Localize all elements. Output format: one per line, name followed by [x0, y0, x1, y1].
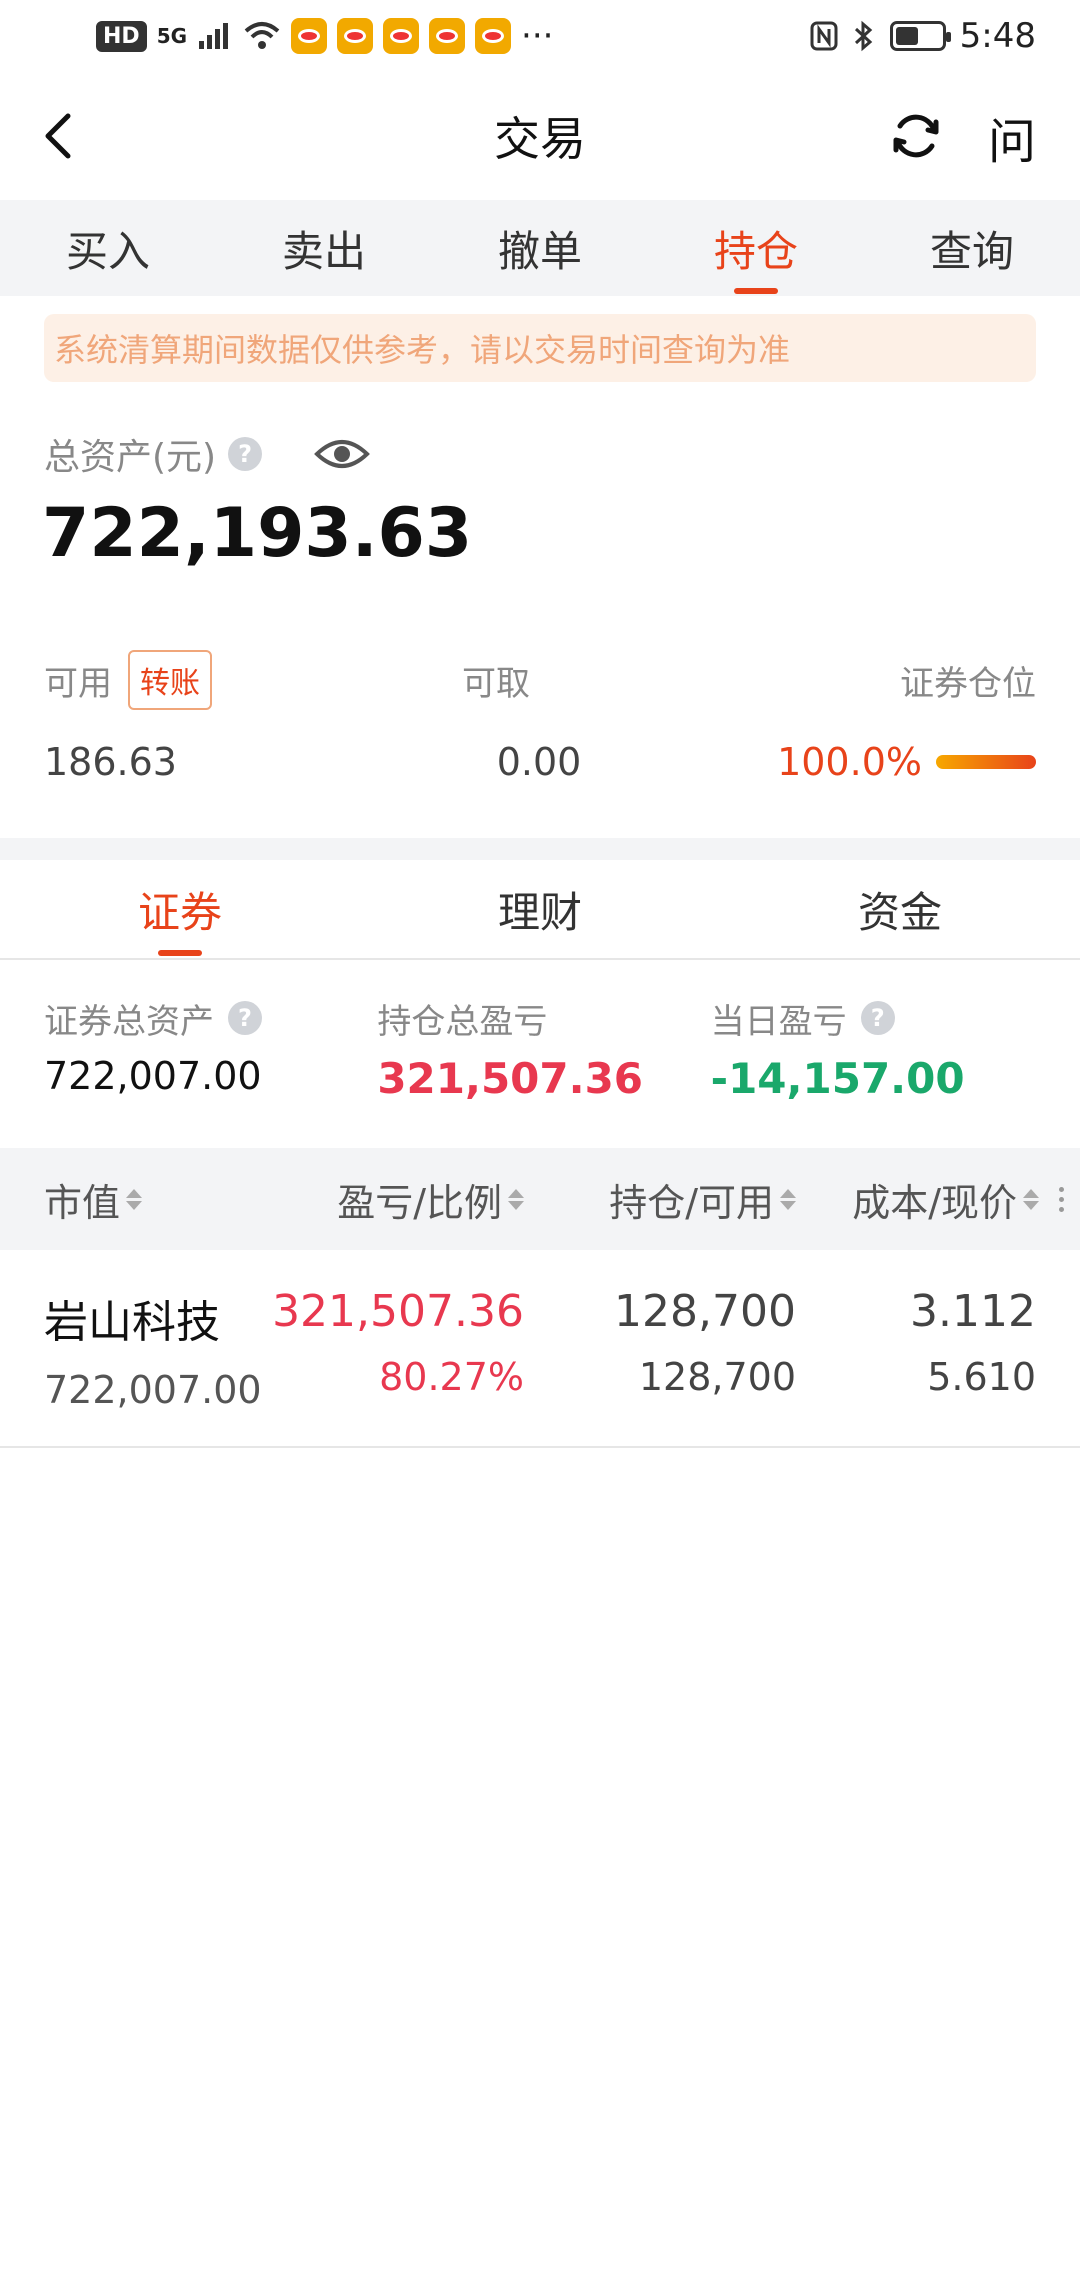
clock: 5:48	[959, 16, 1036, 56]
sort-pnl[interactable]: 盈亏/比例	[337, 1172, 524, 1227]
nfc-icon	[810, 21, 838, 51]
holdings-table-header: 市值 盈亏/比例 持仓/可用 成本/现价	[0, 1148, 1080, 1250]
sort-icon	[126, 1188, 143, 1210]
holding-pnl-value: 321,507.36	[377, 1054, 644, 1103]
withdrawable-value: 0.00	[496, 740, 582, 784]
sort-icon	[508, 1188, 524, 1210]
tab-funds[interactable]: 资金	[720, 860, 1080, 958]
app-notification-icon	[337, 18, 374, 54]
tab-wealth-management[interactable]: 理财	[360, 860, 720, 958]
position-ratio-value: 100.0%	[777, 740, 922, 784]
help-icon[interactable]: ?	[228, 437, 263, 471]
network-type: 5G	[156, 24, 188, 48]
total-assets-label-row: 总资产(元) ?	[44, 428, 370, 480]
cost-price: 3.112	[910, 1286, 1036, 1337]
tab-securities[interactable]: 证券	[0, 860, 360, 958]
available-quantity: 128,700	[638, 1355, 796, 1399]
battery-icon	[889, 21, 951, 51]
ask-button[interactable]: 问	[988, 102, 1036, 172]
eye-icon[interactable]	[314, 434, 370, 474]
tab-buy[interactable]: 买入	[0, 200, 216, 296]
app-notification-icon	[291, 18, 328, 54]
holding-cell: 128,700 128,700	[614, 1286, 796, 1399]
tab-cancel[interactable]: 撤单	[432, 200, 648, 296]
column-header: 盈亏/比例	[337, 1180, 502, 1225]
tab-sell[interactable]: 卖出	[216, 200, 432, 296]
current-price: 5.610	[927, 1355, 1036, 1399]
help-icon[interactable]: ?	[228, 1001, 262, 1035]
cost-price-cell: 3.112 5.610	[910, 1286, 1036, 1399]
trade-tabs: 买入 卖出 撤单 持仓 查询	[0, 200, 1080, 296]
securities-total-value: 722,007.00	[44, 1054, 262, 1098]
securities-summary: 证券总资产 ? 722,007.00 持仓总盈亏 321,507.36 当日盈亏…	[44, 992, 1044, 1103]
available-value: 186.63	[44, 740, 177, 784]
settlement-notice: 系统清算期间数据仅供参考，请以交易时间查询为准	[44, 314, 1036, 382]
available-label: 可用	[44, 663, 112, 704]
position-ratio: 100.0%	[777, 740, 1036, 784]
sort-icon	[1023, 1188, 1039, 1210]
more-icon[interactable]	[1059, 1186, 1064, 1212]
hd-icon: HD	[96, 20, 147, 52]
bluetooth-icon	[854, 20, 872, 52]
stock-name: 岩山科技	[44, 1297, 220, 1348]
balance-summary: 可用 转账 可取 证券仓位 186.63 0.00 100.0%	[44, 650, 1036, 784]
transfer-button[interactable]: 转账	[128, 650, 212, 710]
signal-icon	[199, 23, 229, 49]
daily-pnl-value: -14,157.00	[710, 1054, 965, 1103]
chevron-left-icon	[45, 113, 71, 159]
app-notification-icon	[429, 18, 466, 54]
header: 交易 问	[0, 72, 1080, 200]
refresh-button[interactable]	[888, 108, 944, 164]
holding-pnl-label: 持仓总盈亏	[377, 1001, 548, 1042]
back-button[interactable]	[30, 106, 90, 166]
position-ratio-bar	[935, 755, 1036, 769]
app-notification-icon	[475, 18, 512, 54]
stock-name-cell: 岩山科技 722,007.00	[44, 1286, 262, 1412]
help-icon[interactable]: ?	[860, 1001, 895, 1035]
section-divider	[0, 838, 1080, 860]
column-header: 成本/现价	[852, 1180, 1017, 1225]
sort-market-value[interactable]: 市值	[44, 1172, 143, 1227]
status-bar-right: 5:48	[810, 16, 1036, 56]
pnl-cell: 321,507.36 80.27%	[272, 1286, 524, 1399]
securities-total-label: 证券总资产	[44, 1001, 214, 1042]
pnl-amount: 321,507.36	[272, 1286, 524, 1337]
withdrawable-label: 可取	[462, 663, 530, 704]
total-assets-label: 总资产(元)	[44, 437, 217, 478]
daily-pnl-label: 当日盈亏	[710, 1001, 847, 1042]
column-header: 市值	[44, 1180, 121, 1225]
tab-query[interactable]: 查询	[864, 200, 1080, 296]
wifi-icon	[244, 22, 280, 49]
sort-icon	[780, 1188, 796, 1210]
total-assets-value: 722,193.63	[42, 494, 473, 573]
tab-positions[interactable]: 持仓	[648, 200, 864, 296]
sort-cost[interactable]: 成本/现价	[852, 1172, 1064, 1227]
app-notification-icon	[383, 18, 420, 54]
holding-quantity: 128,700	[614, 1286, 796, 1337]
pnl-ratio: 80.27%	[379, 1355, 524, 1399]
sort-holding[interactable]: 持仓/可用	[609, 1172, 796, 1227]
refresh-icon	[893, 114, 939, 158]
page-title: 交易	[494, 112, 586, 166]
asset-type-tabs: 证券 理财 资金	[0, 860, 1080, 960]
column-header: 持仓/可用	[609, 1180, 774, 1225]
status-bar: HD 5G ··· 5:48	[0, 0, 1080, 72]
more-notifications: ···	[521, 16, 554, 56]
market-value: 722,007.00	[44, 1368, 262, 1412]
table-row[interactable]: 岩山科技 722,007.00 321,507.36 80.27% 128,70…	[0, 1250, 1080, 1448]
position-ratio-label: 证券仓位	[900, 663, 1036, 704]
status-bar-left: HD 5G ···	[96, 16, 553, 56]
